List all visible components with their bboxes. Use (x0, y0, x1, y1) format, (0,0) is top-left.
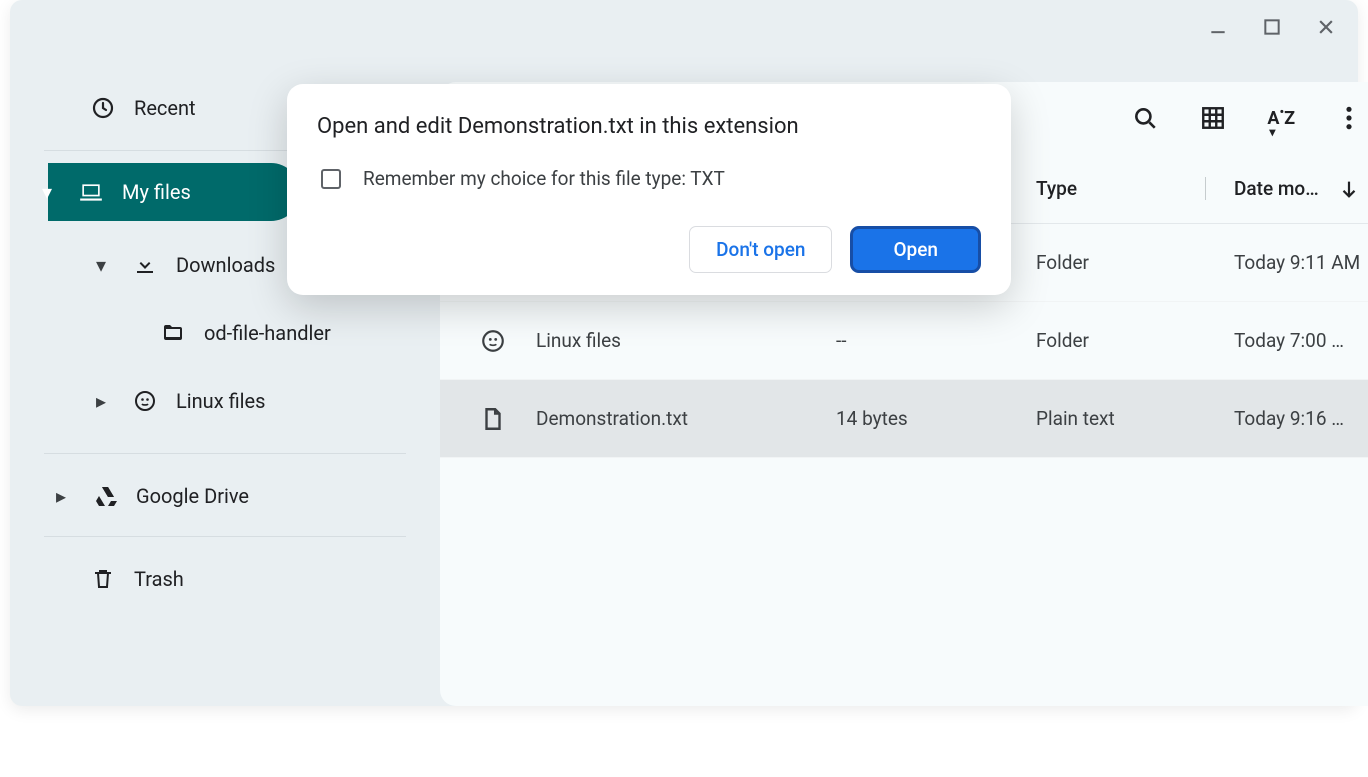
cell-size: -- (836, 329, 1036, 352)
clock-icon (90, 96, 116, 120)
trash-icon (90, 567, 116, 591)
cell-date: Today 9:11 AM (1206, 251, 1360, 274)
file-row[interactable]: Linux files -- Folder Today 7:00 … (440, 302, 1368, 380)
cell-name: Linux files (536, 329, 836, 352)
sidebar-label: Google Drive (136, 484, 249, 508)
col-type[interactable]: Type (1036, 177, 1206, 200)
remember-choice-row[interactable]: Remember my choice for this file type: T… (317, 167, 981, 190)
search-icon[interactable] (1130, 103, 1160, 133)
dialog-title: Open and edit Demonstration.txt in this … (317, 114, 981, 139)
sidebar-label: Linux files (176, 389, 265, 413)
chevron-down-icon: ▾ (90, 253, 112, 277)
divider (44, 453, 406, 454)
window-titlebar (10, 0, 1358, 54)
chevron-down-icon: ▾ (36, 180, 58, 204)
cell-date: Today 9:16 … (1206, 407, 1360, 430)
sidebar-item-myfiles[interactable]: ▾ My files (48, 163, 300, 221)
sidebar-label: Downloads (176, 253, 275, 277)
laptop-icon (78, 179, 104, 205)
checkbox-icon[interactable] (321, 169, 341, 189)
chevron-right-icon: ▸ (90, 389, 112, 413)
gdrive-icon (92, 484, 118, 508)
divider (44, 536, 406, 537)
open-file-dialog: Open and edit Demonstration.txt in this … (287, 84, 1011, 295)
cell-size: 14 bytes (836, 407, 1036, 430)
linux-icon (132, 389, 158, 413)
folder-icon (160, 321, 186, 345)
download-icon (132, 253, 158, 277)
sidebar-label: My files (122, 180, 191, 204)
cell-type: Folder (1036, 251, 1206, 274)
remember-label: Remember my choice for this file type: T… (363, 167, 725, 190)
grid-view-icon[interactable] (1198, 103, 1228, 133)
file-row-selected[interactable]: Demonstration.txt 14 bytes Plain text To… (440, 380, 1368, 458)
sidebar-item-folder[interactable]: od-file-handler (10, 303, 416, 363)
dont-open-button[interactable]: Don't open (689, 226, 832, 273)
cell-type: Plain text (1036, 407, 1206, 430)
cell-type: Folder (1036, 329, 1206, 352)
sidebar-item-trash[interactable]: Trash (10, 549, 416, 609)
file-icon (480, 406, 536, 432)
sort-icon[interactable]: A•Z▾ (1266, 103, 1296, 133)
chevron-right-icon: ▸ (50, 484, 72, 508)
dialog-actions: Don't open Open (317, 226, 981, 273)
maximize-icon[interactable] (1262, 17, 1282, 37)
close-icon[interactable] (1316, 17, 1336, 37)
arrow-down-icon (1338, 178, 1360, 200)
col-date[interactable]: Date mo… (1206, 177, 1360, 200)
cell-date: Today 7:00 … (1206, 329, 1360, 352)
linux-icon (480, 328, 536, 354)
sidebar-label: Recent (134, 96, 196, 120)
sidebar-label: od-file-handler (204, 321, 331, 345)
sidebar-item-linux[interactable]: ▸ Linux files (10, 371, 416, 431)
sidebar-item-gdrive[interactable]: ▸ Google Drive (10, 466, 416, 526)
file-manager-window: Recent ▾ My files ▾ Downloads (10, 0, 1358, 706)
sidebar-label: Trash (134, 567, 184, 591)
cell-name: Demonstration.txt (536, 407, 836, 430)
open-button[interactable]: Open (850, 226, 981, 273)
more-icon[interactable] (1334, 103, 1364, 133)
minimize-icon[interactable] (1208, 17, 1228, 37)
